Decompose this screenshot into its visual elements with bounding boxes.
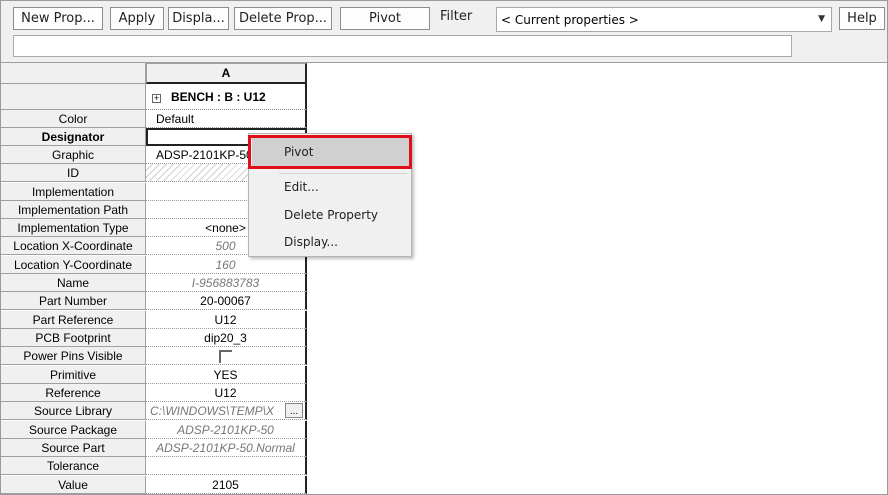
- property-name[interactable]: Color: [1, 110, 146, 128]
- browse-button[interactable]: ...: [285, 403, 303, 418]
- property-name[interactable]: Implementation: [1, 183, 146, 201]
- property-value[interactable]: 160: [146, 256, 307, 274]
- property-name[interactable]: Location Y-Coordinate: [1, 256, 146, 274]
- filter-dropdown[interactable]: < Current properties > ▼: [496, 7, 832, 32]
- display-button[interactable]: Displa...: [168, 7, 229, 30]
- table-row: Reference U12: [1, 384, 307, 402]
- toolbar: New Prop... Apply Displa... Delete Prop.…: [1, 1, 887, 63]
- expand-icon[interactable]: +: [152, 94, 161, 103]
- property-name[interactable]: Source Part: [1, 439, 146, 457]
- property-value[interactable]: I-956883783: [146, 274, 307, 292]
- power-pins-visible-checkbox[interactable]: [219, 350, 232, 363]
- apply-button[interactable]: Apply: [110, 7, 164, 30]
- property-value[interactable]: YES: [146, 366, 307, 384]
- table-row: Tolerance: [1, 457, 307, 475]
- property-value[interactable]: [146, 457, 307, 475]
- property-name[interactable]: Part Number: [1, 292, 146, 310]
- column-header-a[interactable]: A: [146, 63, 307, 84]
- property-value[interactable]: ADSP-2101KP-50: [146, 421, 307, 439]
- property-name[interactable]: Source Library: [1, 402, 146, 420]
- property-value[interactable]: U12: [146, 384, 307, 402]
- property-name[interactable]: Designator: [1, 128, 146, 146]
- property-name[interactable]: Tolerance: [1, 457, 146, 475]
- part-title-row: + BENCH : B : U12: [1, 84, 307, 110]
- part-title: BENCH : B : U12: [171, 89, 266, 104]
- new-property-button[interactable]: New Prop...: [13, 7, 103, 30]
- table-row: Source Package ADSP-2101KP-50: [1, 421, 307, 439]
- property-value[interactable]: 20-00067: [146, 292, 307, 310]
- table-row: Source Part ADSP-2101KP-50.Normal: [1, 439, 307, 457]
- table-row: Source Library C:\WINDOWS\TEMP\X ...: [1, 402, 307, 420]
- property-name[interactable]: Implementation Path: [1, 201, 146, 219]
- table-row: Color Default: [1, 110, 307, 128]
- property-name[interactable]: Part Reference: [1, 311, 146, 329]
- property-value[interactable]: 2105: [146, 476, 307, 494]
- table-row: Primitive YES: [1, 366, 307, 384]
- property-value[interactable]: Default: [146, 110, 307, 128]
- highlight-box: [248, 135, 412, 169]
- part-title-cell[interactable]: + BENCH : B : U12: [146, 84, 307, 110]
- pivot-button[interactable]: Pivot: [340, 7, 430, 30]
- property-name[interactable]: PCB Footprint: [1, 329, 146, 347]
- chevron-down-icon[interactable]: ▼: [818, 14, 825, 24]
- table-row: Part Number 20-00067: [1, 292, 307, 310]
- property-name[interactable]: Source Package: [1, 421, 146, 439]
- help-button[interactable]: Help: [839, 7, 885, 30]
- delete-property-button[interactable]: Delete Prop...: [234, 7, 332, 30]
- property-name[interactable]: Implementation Type: [1, 219, 146, 237]
- table-row: Value 2105: [1, 476, 307, 494]
- table-row: Name I-956883783: [1, 274, 307, 292]
- property-name[interactable]: ID: [1, 164, 146, 182]
- property-value[interactable]: [146, 347, 307, 365]
- filter-label: Filter: [440, 9, 473, 24]
- property-name[interactable]: Name: [1, 274, 146, 292]
- filter-dropdown-value: < Current properties >: [501, 12, 639, 27]
- table-row: Power Pins Visible: [1, 347, 307, 365]
- property-name[interactable]: Power Pins Visible: [1, 347, 146, 365]
- menu-separator: [279, 173, 407, 174]
- property-name[interactable]: Graphic: [1, 146, 146, 164]
- table-row: Part Reference U12: [1, 311, 307, 329]
- property-value[interactable]: ADSP-2101KP-50.Normal: [146, 439, 307, 457]
- context-menu-item-display[interactable]: Display...: [284, 235, 338, 249]
- property-name[interactable]: Value: [1, 476, 146, 494]
- property-name[interactable]: Primitive: [1, 366, 146, 384]
- property-name[interactable]: Reference: [1, 384, 146, 402]
- source-library-path: C:\WINDOWS\TEMP\X: [150, 403, 274, 418]
- property-value[interactable]: U12: [146, 311, 307, 329]
- table-row: Location Y-Coordinate 160: [1, 256, 307, 274]
- grid-corner: [1, 63, 146, 84]
- property-value[interactable]: C:\WINDOWS\TEMP\X ...: [146, 402, 307, 420]
- context-menu-item-delete-property[interactable]: Delete Property: [284, 208, 378, 222]
- property-value[interactable]: dip20_3: [146, 329, 307, 347]
- context-menu-item-edit[interactable]: Edit...: [284, 180, 319, 194]
- value-edit-field[interactable]: [13, 35, 792, 57]
- table-row: PCB Footprint dip20_3: [1, 329, 307, 347]
- property-name[interactable]: Location X-Coordinate: [1, 237, 146, 255]
- part-title-label-cell: [1, 84, 146, 110]
